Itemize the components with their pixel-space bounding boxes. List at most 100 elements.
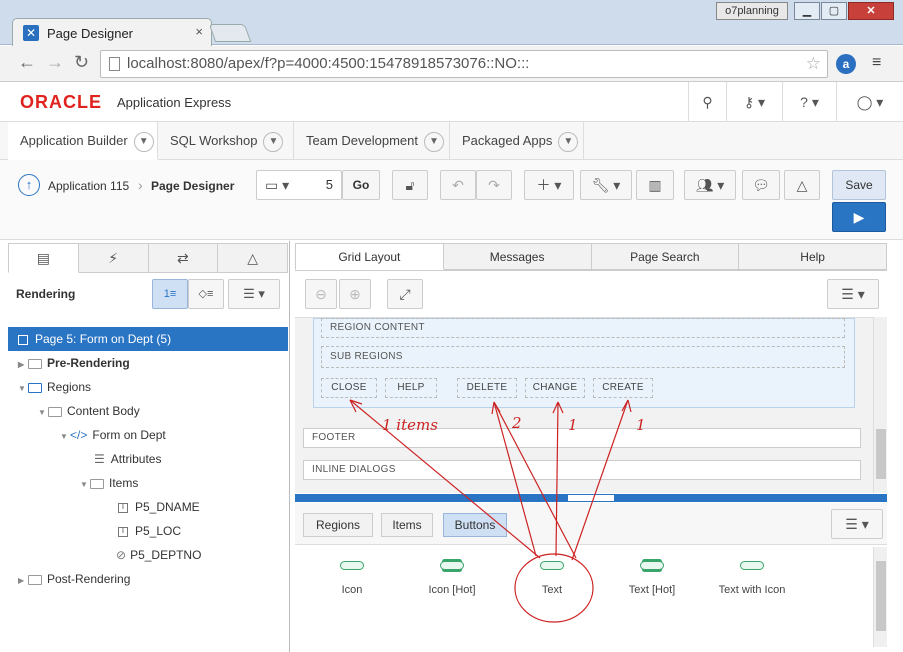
utilities-wrench-icon[interactable]: 🔧︎ ▾	[580, 170, 632, 200]
tree-node-items[interactable]: ▼ Items	[8, 471, 288, 495]
scrollbar-thumb[interactable]	[876, 429, 886, 479]
gallery-item-icon[interactable]: Icon	[302, 561, 402, 596]
save-button[interactable]: Save	[832, 170, 886, 200]
new-tab-button[interactable]	[208, 24, 252, 42]
tree-view-icon[interactable]: 1≡	[152, 279, 188, 309]
tab-sql-workshop[interactable]: SQL Workshop ▼	[158, 122, 294, 160]
tab-messages[interactable]: Messages	[443, 243, 592, 270]
gallery-scrollbar[interactable]	[873, 547, 887, 647]
gallery-tab-items[interactable]: Items	[381, 513, 433, 537]
undo-icon[interactable]: ↶	[440, 170, 476, 200]
tree-node-form-on-dept[interactable]: ▼ </> Form on Dept	[8, 423, 288, 447]
collapse-triangle-icon[interactable]: ▼	[60, 425, 70, 449]
button-slot-delete[interactable]: DELETE	[457, 378, 517, 398]
back-arrow-icon[interactable]: ←	[18, 52, 36, 73]
comments-icon[interactable]: 💬︎	[742, 170, 780, 200]
maximize-button[interactable]: ▢	[821, 2, 847, 20]
splitter-handle[interactable]	[567, 494, 615, 502]
team-dev-users-icon[interactable]: 👥︎ ▾	[684, 170, 736, 200]
shared-components-tab-icon[interactable]: △	[218, 243, 288, 273]
up-arrow-icon[interactable]: ↑	[18, 174, 40, 196]
expand-triangle-icon[interactable]: ▶	[18, 569, 28, 593]
text-item-icon: I	[118, 502, 128, 513]
redo-icon[interactable]: ↷	[476, 170, 512, 200]
collapse-triangle-icon[interactable]: ▼	[18, 377, 28, 401]
shared-components-icon[interactable]: ▥	[636, 170, 674, 200]
gallery-menu-icon[interactable]: ☰ ▾	[831, 509, 883, 539]
bookmark-star-icon[interactable]: ☆	[806, 51, 821, 77]
go-button[interactable]: Go	[342, 170, 380, 200]
button-slot-create[interactable]: CREATE	[593, 378, 653, 398]
tree-node-post-rendering[interactable]: ▶ Post-Rendering	[8, 567, 288, 591]
create-menu-icon[interactable]: ＋ ▾	[524, 170, 574, 200]
extension-icon[interactable]: a	[836, 54, 856, 74]
tree-node-attributes[interactable]: ☰ Attributes	[8, 447, 288, 471]
tree-node-page[interactable]: Page 5: Form on Dept (5)	[8, 327, 288, 351]
expand-triangle-icon[interactable]: ▶	[18, 353, 28, 377]
chevron-down-icon[interactable]: ▼	[424, 131, 444, 152]
user-menu-icon[interactable]: ◯ ▾	[836, 82, 903, 122]
minimize-button[interactable]: ▁	[794, 2, 820, 20]
help-menu-icon[interactable]: ? ▾	[782, 82, 836, 122]
region-content-slot[interactable]: REGION CONTENT	[321, 318, 845, 338]
zoom-out-icon[interactable]: ⊖	[305, 279, 337, 309]
gallery-tab-regions[interactable]: Regions	[303, 513, 373, 537]
scrollbar-thumb[interactable]	[876, 561, 886, 631]
sub-regions-slot[interactable]: SUB REGIONS	[321, 346, 845, 368]
grid-layout-canvas[interactable]: REGION CONTENT SUB REGIONS CLOSE HELP DE…	[295, 317, 887, 493]
page-selector[interactable]: ▭ ▾ 5	[256, 170, 342, 200]
lock-icon[interactable]: 🔓︎	[392, 170, 428, 200]
grid-scrollbar[interactable]	[873, 317, 887, 493]
dynamic-actions-tab-icon[interactable]: ⚡︎	[78, 243, 149, 273]
shapes-icon[interactable]: △	[784, 170, 820, 200]
gallery-item-icon-hot[interactable]: Icon [Hot]	[402, 561, 502, 596]
close-tab-icon[interactable]: ×	[195, 24, 203, 39]
collapse-triangle-icon[interactable]: ▼	[80, 473, 90, 497]
inline-dialogs-region[interactable]: INLINE DIALOGS	[303, 460, 861, 480]
layout-menu-icon[interactable]: ☰ ▾	[827, 279, 879, 309]
tab-help[interactable]: Help	[739, 243, 887, 270]
forward-arrow-icon[interactable]: →	[46, 52, 64, 73]
tree-node-regions[interactable]: ▼ Regions	[8, 375, 288, 399]
gallery-item-text[interactable]: Text	[502, 561, 602, 596]
breadcrumb-application[interactable]: Application 115	[48, 179, 129, 193]
processing-tab-icon[interactable]: ⇄	[148, 243, 219, 273]
button-slot-help[interactable]: HELP	[385, 378, 437, 398]
tree-node-p5-dname[interactable]: I P5_DNAME	[8, 495, 288, 519]
expand-icon[interactable]: ⤢	[387, 279, 423, 309]
gallery-item-text-with-icon[interactable]: Text with Icon	[702, 561, 802, 596]
tree-node-p5-deptno[interactable]: ⊘ P5_DEPTNO	[8, 543, 288, 567]
browser-menu-icon[interactable]: ≡	[872, 54, 881, 72]
page-number-input[interactable]: 5	[326, 171, 333, 199]
run-page-button[interactable]: ▶	[832, 202, 886, 232]
search-icon[interactable]: ⚲	[688, 82, 726, 122]
tree-node-p5-loc[interactable]: I P5_LOC	[8, 519, 288, 543]
tab-team-development[interactable]: Team Development ▼	[294, 122, 450, 160]
chevron-down-icon[interactable]: ▼	[263, 131, 284, 152]
window-close-button[interactable]: ✕	[848, 2, 894, 20]
button-slot-change[interactable]: CHANGE	[525, 378, 585, 398]
zoom-in-icon[interactable]: ⊕	[339, 279, 371, 309]
tab-page-search[interactable]: Page Search	[591, 243, 740, 270]
chevron-down-icon[interactable]: ▼	[133, 131, 154, 152]
tab-packaged-apps[interactable]: Packaged Apps ▼	[450, 122, 584, 160]
button-slot-close[interactable]: CLOSE	[321, 378, 377, 398]
tab-application-builder[interactable]: Application Builder ▼	[8, 122, 158, 160]
gallery-item-text-hot[interactable]: Text [Hot]	[602, 561, 702, 596]
tab-grid-layout[interactable]: Grid Layout	[295, 243, 444, 270]
url-input[interactable]: localhost:8080/apex/f?p=4000:4500:154789…	[100, 50, 828, 78]
panel-menu-icon[interactable]: ☰ ▾	[228, 279, 280, 309]
rendering-tab-icon[interactable]: ▤	[8, 243, 79, 273]
component-view-icon[interactable]: ◇≡	[188, 279, 224, 309]
tree-node-content-body[interactable]: ▼ Content Body	[8, 399, 288, 423]
gallery-tab-buttons[interactable]: Buttons	[443, 513, 507, 537]
panel-splitter[interactable]	[295, 494, 887, 502]
browser-tab[interactable]: ✕ Page Designer ×	[12, 18, 212, 46]
collapse-triangle-icon[interactable]: ▼	[38, 401, 48, 425]
reload-icon[interactable]: ↻	[74, 52, 89, 73]
footer-region[interactable]: FOOTER	[303, 428, 861, 448]
administration-menu-icon[interactable]: ⚷ ▾	[726, 82, 782, 122]
tree-node-pre-rendering[interactable]: ▶ Pre-Rendering	[8, 351, 288, 375]
chevron-down-icon[interactable]: ▼	[558, 131, 579, 152]
browser-user-chip[interactable]: o7planning	[716, 2, 788, 20]
